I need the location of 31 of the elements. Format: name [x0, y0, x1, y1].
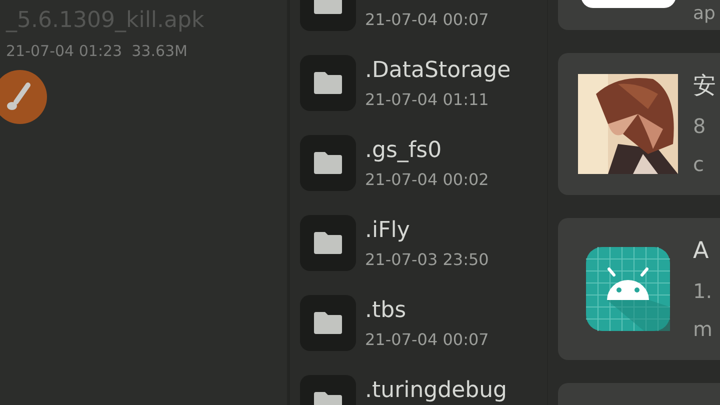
- brush-icon: [0, 69, 48, 125]
- card-background[interactable]: 安 8 c: [558, 53, 720, 195]
- folder-date: 21-07-04 00:07: [365, 329, 489, 351]
- card-detail: 8: [693, 114, 707, 138]
- folder-tile[interactable]: [300, 55, 356, 111]
- folder-name[interactable]: .gs_fs0: [365, 136, 489, 166]
- folder-date: 21-07-04 00:02: [365, 169, 489, 191]
- folder-date: 21-07-04 01:11: [365, 89, 490, 111]
- card-title: ap: [693, 4, 716, 24]
- folder-icon: [314, 312, 342, 334]
- card-title: 安: [693, 72, 716, 100]
- folder-tile[interactable]: [300, 215, 356, 271]
- folder-name[interactable]: .tbs: [365, 296, 489, 326]
- folder-tile[interactable]: [300, 135, 356, 191]
- folder-name[interactable]: .iFly: [365, 216, 489, 246]
- folder-icon: [314, 232, 342, 254]
- folder-icon: [314, 152, 342, 174]
- card-detail: c: [693, 152, 705, 176]
- folder-date: 21-07-03 23:50: [365, 249, 489, 271]
- card-title: A: [693, 237, 710, 265]
- card-background[interactable]: A 1. m: [558, 218, 720, 360]
- folder-date: 21-07-04 00:07: [365, 9, 489, 31]
- card-background[interactable]: ap: [558, 0, 720, 30]
- folder-tile[interactable]: [300, 295, 356, 351]
- robot-icon: [586, 247, 670, 331]
- folder-icon: [314, 72, 342, 94]
- card-detail: m: [693, 317, 712, 341]
- card-detail: 1.: [693, 279, 712, 303]
- folder-name[interactable]: .turingdebug: [365, 376, 508, 405]
- folder-name[interactable]: .DataStorage: [365, 56, 511, 86]
- file-info: 21-07-04 01:23 33.63M: [6, 41, 189, 61]
